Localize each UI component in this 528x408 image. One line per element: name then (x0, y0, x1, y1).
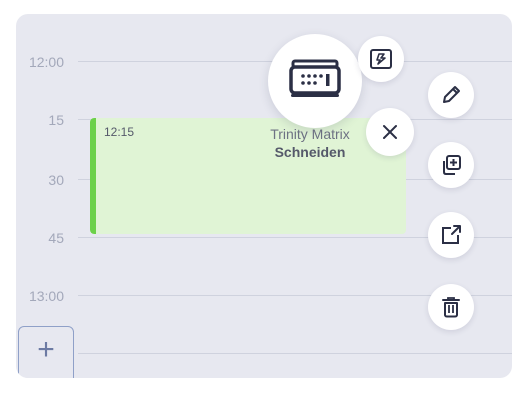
edit-button[interactable] (428, 72, 474, 118)
event-time: 12:15 (104, 125, 135, 139)
plus-icon: + (37, 333, 55, 366)
time-label-30: 30 (48, 172, 64, 188)
event-color-bar (90, 118, 96, 234)
grid-line (78, 353, 512, 354)
swap-button[interactable] (358, 36, 404, 82)
time-label-1200: 12:00 (28, 54, 64, 70)
time-label-1300: 13:00 (28, 288, 64, 304)
open-external-icon (440, 224, 462, 246)
add-event-button[interactable]: + (18, 326, 74, 378)
calendar-event[interactable]: 12:15 Trinity Matrix Schneiden (90, 118, 406, 234)
duplicate-button[interactable] (428, 142, 474, 188)
keyboard-icon (288, 58, 342, 105)
open-external-button[interactable] (428, 212, 474, 258)
close-button[interactable] (366, 108, 414, 156)
duplicate-icon (440, 154, 462, 176)
close-icon (381, 123, 399, 141)
keyboard-button[interactable] (268, 34, 362, 128)
delete-button[interactable] (428, 284, 474, 330)
trash-icon (441, 296, 461, 318)
swap-icon (369, 48, 393, 70)
time-label-45: 45 (48, 230, 64, 246)
time-label-15: 15 (48, 112, 64, 128)
pencil-icon (440, 84, 462, 106)
